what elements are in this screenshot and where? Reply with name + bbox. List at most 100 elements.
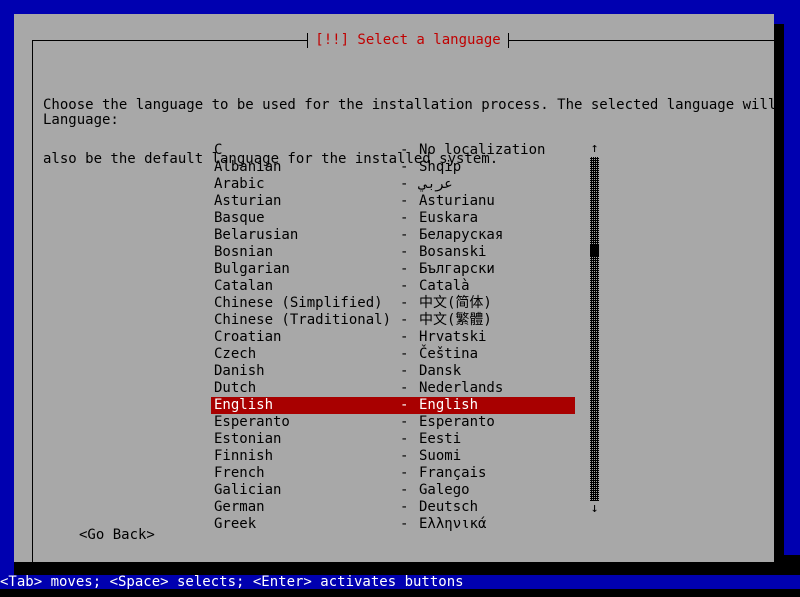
language-separator-dash: - <box>400 397 408 414</box>
language-separator-dash: - <box>400 414 408 431</box>
language-native-name: Galego <box>419 482 470 499</box>
language-list-item[interactable]: English-English <box>211 397 575 414</box>
language-list-item[interactable]: Asturian-Asturianu <box>211 193 575 210</box>
language-list-item[interactable]: Estonian -Eesti <box>211 431 575 448</box>
language-list-item[interactable]: Bosnian -Bosanski <box>211 244 575 261</box>
language-native-name: Dansk <box>419 363 461 380</box>
language-list-item[interactable]: Basque -Euskara <box>211 210 575 227</box>
language-separator-dash: - <box>400 159 408 176</box>
scrollbar-thumb[interactable] <box>590 245 599 256</box>
language-list-item[interactable]: Czech -Čeština <box>211 346 575 363</box>
language-name: Albanian <box>214 159 281 176</box>
language-list-scrollbar[interactable]: ↑ ↓ <box>586 142 603 516</box>
language-list-item[interactable]: Greek -Ελληνικά <box>211 516 575 533</box>
dialog-titlebar: [!!] Select a language <box>32 31 784 50</box>
language-native-name: Asturianu <box>419 193 495 210</box>
language-name: Esperanto <box>214 414 290 431</box>
language-list[interactable]: C-No localizationAlbanian-ShqipArabic-عر… <box>211 142 575 516</box>
language-separator-dash: - <box>400 261 408 278</box>
dialog-title: [!!] Select a language <box>308 31 507 50</box>
language-name: Belarusian <box>214 227 298 244</box>
language-native-name: Suomi <box>419 448 461 465</box>
language-list-item[interactable]: Croatian -Hrvatski <box>211 329 575 346</box>
language-separator-dash: - <box>400 516 408 533</box>
language-name: Czech <box>214 346 256 363</box>
language-list-item[interactable]: Galician-Galego <box>211 482 575 499</box>
language-name: Bulgarian <box>214 261 290 278</box>
language-native-name: Deutsch <box>419 499 478 516</box>
language-separator-dash: - <box>400 431 408 448</box>
language-native-name: Bosanski <box>419 244 486 261</box>
language-separator-dash: - <box>400 142 408 159</box>
language-native-name: Български <box>419 261 495 278</box>
language-name: Estonian <box>214 431 281 448</box>
language-native-name: Esperanto <box>419 414 495 431</box>
language-native-name: Français <box>419 465 486 482</box>
language-list-item[interactable]: Danish -Dansk <box>211 363 575 380</box>
language-native-name: عربي <box>419 176 453 193</box>
language-list-item[interactable]: Chinese (Simplified)-中文(简体) <box>211 295 575 312</box>
language-separator-dash: - <box>400 448 408 465</box>
language-name: Basque <box>214 210 265 227</box>
language-list-item[interactable]: Albanian -Shqip <box>211 159 575 176</box>
language-separator-dash: - <box>400 193 408 210</box>
language-name: Danish <box>214 363 265 380</box>
language-native-name: Català <box>419 278 470 295</box>
language-name: French <box>214 465 265 482</box>
language-name: Galician <box>214 482 281 499</box>
language-name: Finnish <box>214 448 273 465</box>
language-separator-dash: - <box>400 210 408 227</box>
go-back-button[interactable]: <Go Back> <box>79 526 155 544</box>
installer-screen: [!!] Select a language Choose the langua… <box>0 0 800 597</box>
language-separator-dash: - <box>400 499 408 516</box>
language-separator-dash: - <box>400 346 408 363</box>
language-list-item[interactable]: C-No localization <box>211 142 575 159</box>
language-native-name: 中文(简体) <box>419 295 492 312</box>
language-list-item[interactable]: Chinese (Traditional)-中文(繁體) <box>211 312 575 329</box>
scroll-down-arrow-icon[interactable]: ↓ <box>586 502 603 516</box>
language-name: Dutch <box>214 380 256 397</box>
language-list-item[interactable]: Dutch -Nederlands <box>211 380 575 397</box>
select-language-dialog: [!!] Select a language Choose the langua… <box>14 14 774 562</box>
language-name: Chinese (Traditional) <box>214 312 391 329</box>
scrollbar-track[interactable] <box>590 157 599 501</box>
scroll-up-arrow-icon[interactable]: ↑ <box>586 142 603 156</box>
language-list-item[interactable]: Finnish -Suomi <box>211 448 575 465</box>
title-left-divider <box>307 33 308 48</box>
language-native-name: Čeština <box>419 346 478 363</box>
language-name: Chinese (Simplified) <box>214 295 383 312</box>
language-list-item[interactable]: Esperanto-Esperanto <box>211 414 575 431</box>
title-right-divider <box>508 33 509 48</box>
language-list-item[interactable]: Belarusian-Беларуская <box>211 227 575 244</box>
language-native-name: Eesti <box>419 431 461 448</box>
language-separator-dash: - <box>400 380 408 397</box>
language-name: Catalan <box>214 278 273 295</box>
language-separator-dash: - <box>400 465 408 482</box>
language-list-item[interactable]: Arabic -عربي <box>211 176 575 193</box>
language-list-item[interactable]: French -Français <box>211 465 575 482</box>
language-separator-dash: - <box>400 278 408 295</box>
language-name: Bosnian <box>214 244 273 261</box>
language-list-item[interactable]: Bulgarian -Български <box>211 261 575 278</box>
language-native-name: Nederlands <box>419 380 503 397</box>
bottom-black-band <box>0 588 800 597</box>
language-separator-dash: - <box>400 329 408 346</box>
language-name: English <box>214 397 273 414</box>
language-separator-dash: - <box>400 295 408 312</box>
language-list-item[interactable]: Catalan -Català <box>211 278 575 295</box>
description-line-1: Choose the language to be used for the i… <box>43 96 759 114</box>
language-list-item[interactable]: German-Deutsch <box>211 499 575 516</box>
language-name: Croatian <box>214 329 281 346</box>
language-native-name: 中文(繁體) <box>419 312 492 329</box>
language-name: Greek <box>214 516 256 533</box>
language-name: Arabic <box>214 176 265 193</box>
language-native-name: Shqip <box>419 159 461 176</box>
language-separator-dash: - <box>400 176 408 193</box>
language-native-name: No localization <box>419 142 545 159</box>
language-native-name: Hrvatski <box>419 329 486 346</box>
language-separator-dash: - <box>400 244 408 261</box>
language-native-name: Ελληνικά <box>419 516 486 533</box>
language-separator-dash: - <box>400 363 408 380</box>
language-native-name: Euskara <box>419 210 478 227</box>
language-native-name: Беларуская <box>419 227 503 244</box>
